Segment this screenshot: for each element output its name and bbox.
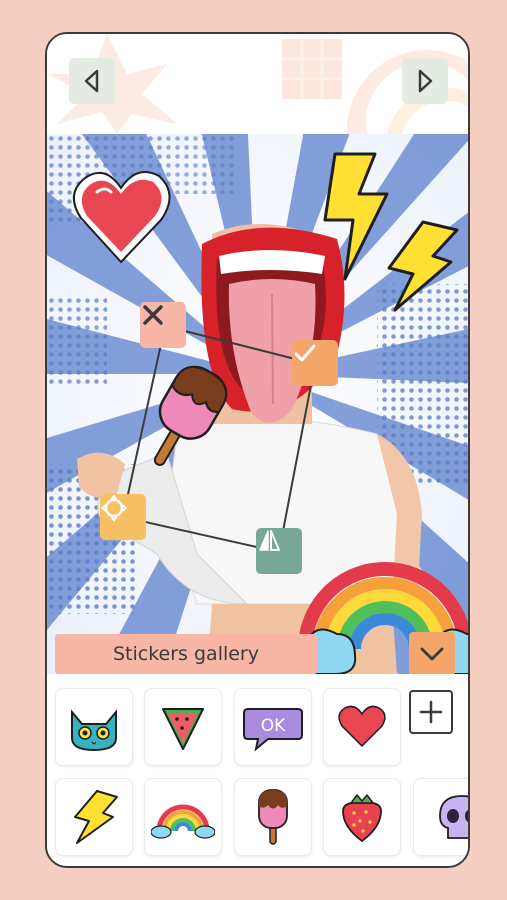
next-button[interactable]: [402, 58, 448, 104]
stickers-gallery-header: Stickers gallery: [55, 634, 317, 674]
sticker-lightning[interactable]: [55, 778, 133, 856]
delete-sticker-button[interactable]: [140, 302, 186, 348]
gallery-collapse-button[interactable]: [409, 632, 455, 676]
confirm-sticker-button[interactable]: [292, 340, 338, 386]
rotate-icon: [101, 495, 127, 521]
cat-sticker-icon: [71, 709, 117, 752]
flip-sticker-button[interactable]: [256, 528, 302, 574]
sticker-skull[interactable]: [413, 778, 468, 856]
top-bar: [47, 34, 468, 134]
gallery-title: Stickers gallery: [112, 643, 259, 665]
sticker-watermelon[interactable]: [144, 688, 222, 766]
sticker-popsicle[interactable]: [234, 778, 312, 856]
close-icon: [143, 305, 163, 325]
check-icon: [294, 344, 316, 362]
sticker-cat[interactable]: [55, 688, 133, 766]
flip-icon: [259, 530, 280, 551]
ok-label: OK: [261, 716, 286, 736]
previous-button[interactable]: [69, 58, 115, 104]
strawberry-sticker-icon: [342, 794, 382, 843]
rotate-sticker-button[interactable]: [100, 494, 146, 540]
watermelon-sticker-icon: [162, 708, 204, 750]
lightning-sticker-icon: [74, 790, 118, 844]
heart-sticker-icon: [338, 705, 386, 748]
plus-icon: [419, 700, 443, 724]
chevron-right-icon: [418, 69, 433, 93]
sticker-strawberry[interactable]: [323, 778, 401, 856]
ok-bubble-sticker-icon: OK: [243, 708, 303, 752]
chevron-left-icon: [84, 69, 99, 93]
editor-canvas[interactable]: [47, 134, 468, 674]
popsicle-sticker-icon: [258, 789, 288, 845]
skull-sticker-icon: [439, 795, 468, 839]
sticker-tray: OK: [47, 674, 468, 866]
sticker-ok-bubble[interactable]: OK: [234, 688, 312, 766]
phone-frame: Stickers gallery OK: [45, 32, 470, 868]
add-sticker-button[interactable]: [409, 690, 453, 734]
rainbow-sticker-icon: [151, 804, 215, 839]
collage-image: [47, 134, 468, 674]
chevron-down-icon: [420, 647, 444, 661]
sticker-rainbow[interactable]: [144, 778, 222, 856]
sticker-heart[interactable]: [323, 688, 401, 766]
